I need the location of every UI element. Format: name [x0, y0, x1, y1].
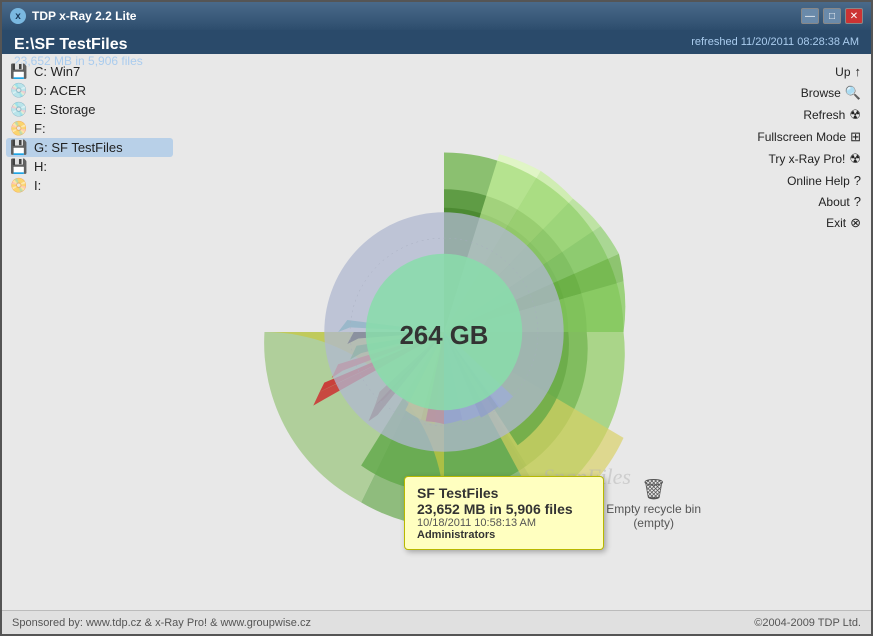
about-icon: ?: [854, 194, 861, 209]
exit-label: Exit: [826, 216, 846, 230]
sidebar-item-c[interactable]: 💾 C: Win7: [6, 62, 173, 81]
visualization-area: 264 GB SnapFiles SF TestFiles 23,652 MB …: [177, 54, 711, 610]
footer-copyright: ©2004-2009 TDP Ltd.: [754, 617, 861, 629]
fullscreen-icon: ⊞: [850, 129, 861, 145]
tooltip-size: 23,652 MB in 5,906 files: [417, 501, 591, 517]
help-icon: ?: [854, 173, 861, 188]
drive-i-label: I:: [34, 178, 41, 193]
browse-label: Browse: [801, 86, 841, 100]
sidebar-item-e[interactable]: 💿 E: Storage: [6, 100, 173, 119]
drive-e-label: E: Storage: [34, 102, 95, 117]
drive-g-icon: 💾: [10, 141, 28, 155]
drive-c-label: C: Win7: [34, 64, 80, 79]
drive-i-icon: 📀: [10, 179, 28, 193]
pro-label: Try x-Ray Pro!: [768, 152, 845, 166]
footer-sponsor: Sponsored by: www.tdp.cz & x-Ray Pro! & …: [12, 617, 311, 629]
fullscreen-button[interactable]: Fullscreen Mode ⊞: [715, 127, 867, 147]
minimize-button[interactable]: —: [801, 8, 819, 24]
fullscreen-label: Fullscreen Mode: [757, 130, 846, 144]
title-controls: — □ ✕: [801, 8, 863, 24]
right-panel: Up ↑ Browse 🔍 Refresh ☢ Fullscreen Mode …: [711, 54, 871, 610]
recycle-label: Empty recycle bin: [606, 502, 701, 516]
tooltip-user: Administrators: [417, 529, 591, 541]
up-label: Up: [835, 65, 850, 79]
sidebar-item-g[interactable]: 💾 G: SF TestFiles: [6, 138, 173, 157]
drive-c-icon: 💾: [10, 65, 28, 79]
footer: Sponsored by: www.tdp.cz & x-Ray Pro! & …: [2, 610, 871, 634]
recycle-bin[interactable]: 🗑 Empty recycle bin (empty): [606, 477, 701, 530]
drive-g-label: G: SF TestFiles: [34, 140, 123, 155]
pro-icon: ☢: [849, 151, 861, 167]
drive-h-label: H:: [34, 159, 47, 174]
svg-text:264 GB: 264 GB: [400, 322, 489, 350]
exit-button[interactable]: Exit ⊗: [715, 213, 867, 233]
refresh-icon: ☢: [849, 107, 861, 123]
browse-button[interactable]: Browse 🔍: [715, 83, 867, 103]
sidebar-item-d[interactable]: 💿 D: ACER: [6, 81, 173, 100]
about-label: About: [818, 195, 849, 209]
tooltip-date: 10/18/2011 10:58:13 AM: [417, 517, 591, 529]
help-label: Online Help: [787, 174, 850, 188]
sidebar-item-f[interactable]: 📀 F:: [6, 119, 173, 138]
sidebar-item-h[interactable]: 💾 H:: [6, 157, 173, 176]
drive-h-icon: 💾: [10, 160, 28, 174]
close-button[interactable]: ✕: [845, 8, 863, 24]
window-title: TDP x-Ray 2.2 Lite: [32, 9, 136, 23]
about-button[interactable]: About ?: [715, 192, 867, 211]
drive-d-icon: 💿: [10, 84, 28, 98]
refresh-time: refreshed 11/20/2011 08:28:38 AM: [14, 36, 859, 48]
browse-icon: 🔍: [845, 85, 861, 101]
drive-d-label: D: ACER: [34, 83, 86, 98]
title-bar-left: x TDP x-Ray 2.2 Lite: [10, 8, 136, 24]
file-tooltip: SF TestFiles 23,652 MB in 5,906 files 10…: [404, 476, 604, 550]
recycle-status: (empty): [606, 516, 701, 530]
refresh-button[interactable]: Refresh ☢: [715, 105, 867, 125]
pro-button[interactable]: Try x-Ray Pro! ☢: [715, 149, 867, 169]
exit-icon: ⊗: [850, 215, 861, 231]
tooltip-title: SF TestFiles: [417, 485, 591, 501]
help-button[interactable]: Online Help ?: [715, 171, 867, 190]
title-bar: x TDP x-Ray 2.2 Lite — □ ✕: [2, 2, 871, 30]
main-area: 💾 C: Win7 💿 D: ACER 💿 E: Storage 📀 F: 💾 …: [2, 54, 871, 610]
up-button[interactable]: Up ↑: [715, 62, 867, 81]
up-icon: ↑: [855, 64, 862, 79]
sidebar-item-i[interactable]: 📀 I:: [6, 176, 173, 195]
refresh-label: Refresh: [803, 108, 845, 122]
drive-f-icon: 📀: [10, 122, 28, 136]
app-icon: x: [10, 8, 26, 24]
main-window: x TDP x-Ray 2.2 Lite — □ ✕ E:\SF TestFil…: [0, 0, 873, 636]
header: E:\SF TestFiles 23,652 MB in 5,906 files…: [2, 30, 871, 54]
maximize-button[interactable]: □: [823, 8, 841, 24]
drive-f-label: F:: [34, 121, 46, 136]
sidebar: 💾 C: Win7 💿 D: ACER 💿 E: Storage 📀 F: 💾 …: [2, 54, 177, 610]
drive-e-icon: 💿: [10, 103, 28, 117]
recycle-icon: 🗑: [606, 477, 701, 502]
